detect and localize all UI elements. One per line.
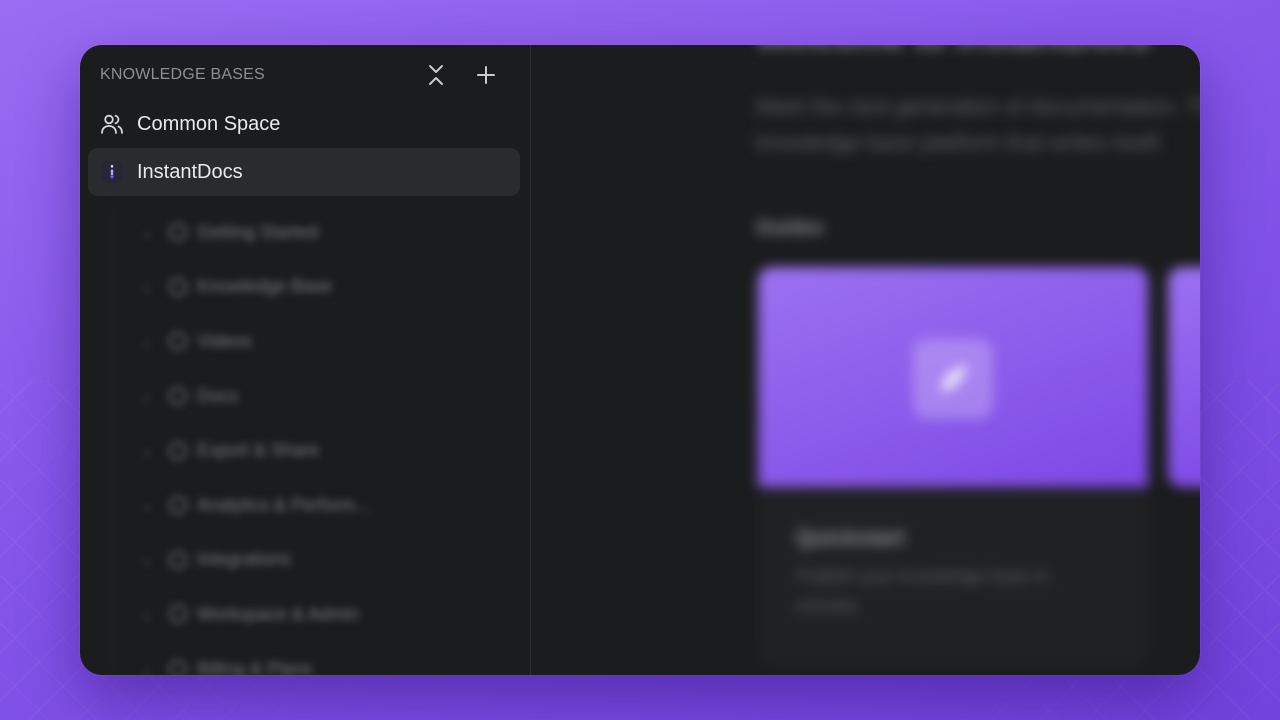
card-description: Publish your knowledge base in minutes [796, 566, 1050, 616]
sidebar-actions [422, 61, 500, 89]
sidebar-title: KNOWLEDGE BASES [100, 66, 265, 83]
tree-item[interactable]: ⌄ Getting Started [111, 205, 511, 260]
tree-item[interactable]: ⌄ Knowledge Base [111, 260, 511, 315]
page-tree: ⌄ Getting Started ⌄ Knowledge Base ⌄ Videos… [110, 205, 511, 675]
knowledge-base-label: Common Space [137, 112, 281, 135]
guide-card[interactable]: Quickstart Publish your knowledge base i… [758, 267, 1148, 667]
tree-item-label: Videos [197, 330, 252, 351]
page-icon [169, 277, 187, 296]
tree-item-label: Knowledge Base [197, 276, 333, 297]
chevron-down-icon: ⌄ [141, 496, 153, 513]
tree-item-label: Docs [197, 385, 239, 406]
knowledge-base-common-space[interactable]: Common Space [88, 100, 520, 148]
page-title: Welcome to InstantDocs [756, 45, 1150, 58]
page-icon [169, 387, 187, 406]
main-content-preview: Welcome to InstantDocs Meet the next gen… [532, 45, 1200, 675]
card-image [758, 267, 1148, 487]
sidebar: KNOWLEDGE BASES Common Space InstantDocs… [80, 45, 531, 675]
chevron-down-icon: ⌄ [141, 551, 153, 568]
tree-item[interactable]: ⌄ Analytics & Perform... [111, 478, 511, 533]
users-icon [100, 112, 124, 136]
tree-item-label: Workspace & Admin [197, 603, 359, 624]
plus-icon [477, 66, 495, 84]
page-icon [169, 550, 187, 569]
sidebar-header: KNOWLEDGE BASES [100, 63, 500, 87]
rocket-icon [913, 339, 993, 419]
chevron-down-icon: ⌄ [141, 278, 153, 295]
section-title: Guides [756, 217, 824, 239]
instantdocs-logo-icon [101, 161, 123, 183]
tree-item[interactable]: ⌄ Videos [111, 314, 511, 369]
card-title: Quickstart [796, 525, 905, 550]
page-icon [169, 660, 187, 675]
page-icon [169, 605, 187, 624]
tree-item-label: Billing & Plans [197, 658, 313, 675]
collapse-icon [429, 65, 443, 85]
page-subtitle: Meet the next generation of documentatio… [756, 94, 1200, 155]
tree-item[interactable]: ⌄ Workspace & Admin [111, 587, 511, 642]
main-content: Welcome to InstantDocs Meet the next gen… [532, 45, 1200, 675]
page-icon [169, 496, 187, 515]
collapse-all-button[interactable] [422, 61, 450, 89]
app-window: KNOWLEDGE BASES Common Space InstantDocs… [80, 45, 1200, 675]
tree-item-label: Getting Started [197, 221, 319, 242]
page-icon [169, 332, 187, 351]
chevron-down-icon: ⌄ [141, 605, 153, 622]
chevron-down-icon: ⌄ [141, 387, 153, 404]
page-icon [169, 223, 187, 242]
tree-item-label: Integrations [197, 549, 292, 570]
tree-item-label: Export & Share [197, 440, 320, 461]
add-knowledge-base-button[interactable] [472, 61, 500, 89]
tree-item[interactable]: ⌄ Integrations [111, 533, 511, 588]
tree-item-label: Analytics & Perform... [197, 494, 371, 515]
page-icon [169, 441, 187, 460]
knowledge-base-label: InstantDocs [137, 160, 243, 183]
chevron-down-icon: ⌄ [141, 660, 153, 675]
chevron-down-icon: ⌄ [141, 332, 153, 349]
kb-icon-wrap [100, 160, 124, 184]
tree-item[interactable]: ⌄ Billing & Plans [111, 642, 511, 675]
guide-card[interactable] [1168, 267, 1200, 487]
tree-item[interactable]: ⌄ Export & Share [111, 423, 511, 478]
chevron-down-icon: ⌄ [141, 442, 153, 459]
tree-item[interactable]: ⌄ Docs [111, 369, 511, 424]
chevron-down-icon: ⌄ [141, 223, 153, 240]
knowledge-base-instantdocs[interactable]: InstantDocs [88, 148, 520, 196]
